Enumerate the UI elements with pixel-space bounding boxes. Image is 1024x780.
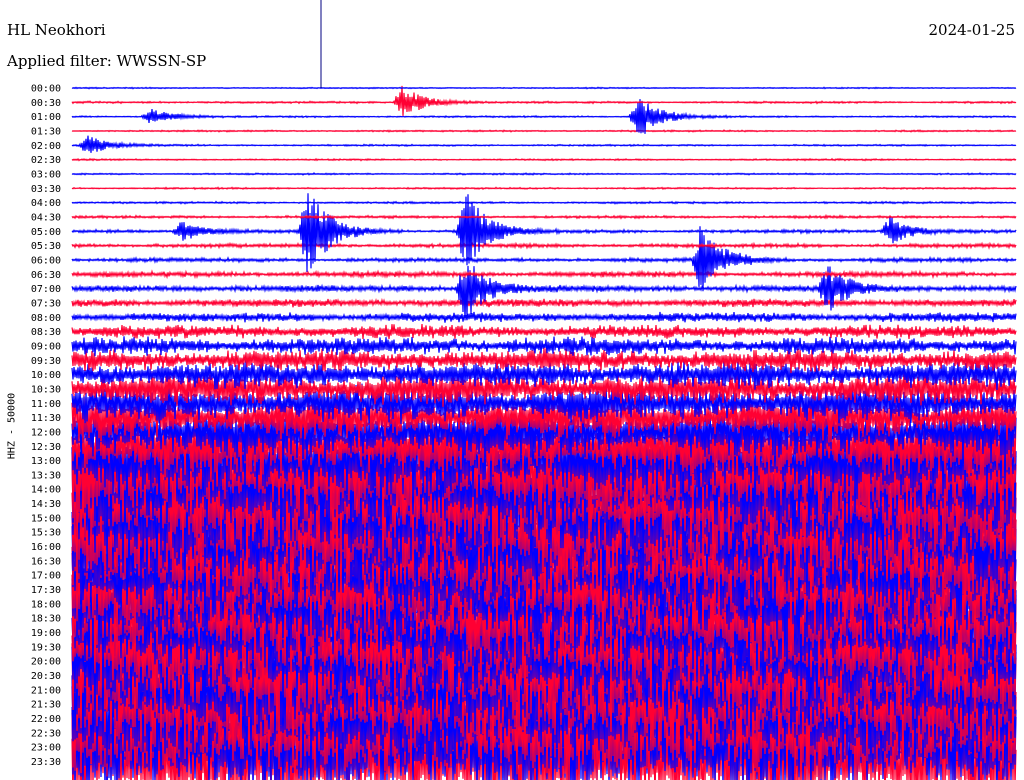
row-time-label: 20:30 xyxy=(31,671,61,682)
row-time-label: 11:00 xyxy=(31,399,61,410)
row-time-label: 15:30 xyxy=(31,528,61,539)
trace-row-0630 xyxy=(71,269,1017,280)
row-time-label: 16:30 xyxy=(31,556,61,567)
row-time-label: 03:30 xyxy=(31,184,61,195)
row-time-label: 03:00 xyxy=(31,169,61,180)
row-time-label: 02:30 xyxy=(31,155,61,166)
row-time-label: 00:30 xyxy=(31,98,61,109)
row-time-label: 20:00 xyxy=(31,657,61,668)
station-title: HL Neokhori xyxy=(7,21,106,39)
row-time-label: 11:30 xyxy=(31,413,61,424)
row-time-label: 15:00 xyxy=(31,513,61,524)
row-time-label: 18:00 xyxy=(31,599,61,610)
row-time-label: 06:00 xyxy=(31,255,61,266)
row-time-label: 10:30 xyxy=(31,384,61,395)
row-time-label: 21:30 xyxy=(31,700,61,711)
row-time-label: 06:30 xyxy=(31,270,61,281)
trace-row-0000 xyxy=(71,86,1017,90)
row-time-label: 14:00 xyxy=(31,485,61,496)
row-time-label: 08:00 xyxy=(31,313,61,324)
trace-row-0430 xyxy=(71,213,1017,220)
row-time-label: 02:00 xyxy=(31,141,61,152)
row-time-label: 04:30 xyxy=(31,212,61,223)
trace-row-0800 xyxy=(71,311,1017,323)
trace-row-0130 xyxy=(71,129,1017,133)
trace-row-0030 xyxy=(71,85,1017,116)
row-time-label: 22:00 xyxy=(31,714,61,725)
row-time-label: 05:30 xyxy=(31,241,61,252)
row-time-label: 21:00 xyxy=(31,685,61,696)
row-time-label: 22:30 xyxy=(31,728,61,739)
row-time-label: 05:00 xyxy=(31,227,61,238)
row-time-label: 19:30 xyxy=(31,642,61,653)
trace-row-0230 xyxy=(71,157,1017,162)
row-time-label: 08:30 xyxy=(31,327,61,338)
trace-row-0100 xyxy=(71,99,1017,134)
row-time-label: 04:00 xyxy=(31,198,61,209)
trace-row-0300 xyxy=(71,171,1017,176)
trace-row-0400 xyxy=(71,200,1017,205)
row-time-label: 00:00 xyxy=(31,84,61,95)
trace-row-0530 xyxy=(71,241,1017,250)
row-time-label: 16:00 xyxy=(31,542,61,553)
row-time-label: 13:00 xyxy=(31,456,61,467)
row-time-label: 17:30 xyxy=(31,585,61,596)
row-time-label: 07:00 xyxy=(31,284,61,295)
filter-label: Applied filter: WWSSN-SP xyxy=(7,52,207,70)
channel-label: HHZ - 50000 xyxy=(6,392,18,460)
row-time-label: 10:00 xyxy=(31,370,61,381)
row-time-label: 19:00 xyxy=(31,628,61,639)
row-time-label: 01:30 xyxy=(31,126,61,137)
helicorder-chart: 00:00 00:30 01:00 01:30 02:00 02:30 03:00 03:30… xyxy=(31,0,1017,780)
trace-row-0200 xyxy=(71,135,1017,153)
row-time-label: 18:30 xyxy=(31,614,61,625)
trace-row-0830 xyxy=(71,324,1017,340)
trace-row-0600 xyxy=(71,226,1017,292)
row-time-label: 14:30 xyxy=(31,499,61,510)
row-time-label: 13:30 xyxy=(31,470,61,481)
row-time-label: 09:00 xyxy=(31,341,61,352)
row-time-label: 09:30 xyxy=(31,356,61,367)
row-time-label: 23:00 xyxy=(31,743,61,754)
row-time-label: 23:30 xyxy=(31,757,61,768)
row-time-label: 17:00 xyxy=(31,571,61,582)
trace-row-0730 xyxy=(71,297,1017,309)
trace-row-0330 xyxy=(71,186,1017,191)
date-label: 2024-01-25 xyxy=(928,21,1015,39)
row-time-label: 01:00 xyxy=(31,112,61,123)
row-time-label: 07:30 xyxy=(31,298,61,309)
row-time-label: 12:30 xyxy=(31,442,61,453)
row-time-label: 12:00 xyxy=(31,427,61,438)
